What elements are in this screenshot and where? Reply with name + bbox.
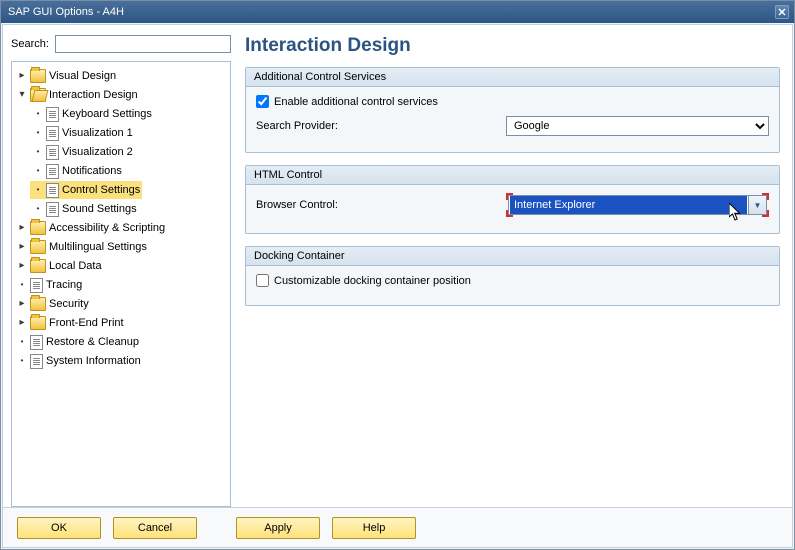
tree-item-label: Local Data (48, 257, 102, 275)
browser-control-value: Internet Explorer (510, 196, 747, 214)
bullet-icon: • (32, 143, 44, 161)
tree-item[interactable]: • Sound Settings (30, 200, 139, 218)
tree-item-label: Front-End Print (48, 314, 124, 332)
page-icon (46, 126, 59, 141)
tree-item-label: Visualization 2 (61, 143, 133, 161)
browser-control-select[interactable]: Internet Explorer ▼ (508, 195, 767, 215)
tree-item[interactable]: • Keyboard Settings (30, 105, 154, 123)
collapse-icon[interactable]: ▾ (16, 86, 28, 104)
page-icon (46, 107, 59, 122)
expand-icon[interactable]: ▸ (16, 219, 28, 237)
group-title-acs: Additional Control Services (246, 68, 779, 87)
left-column: Search: ▸ Visual Design ▾ Interaction Desig… (3, 25, 237, 507)
page-icon (46, 145, 59, 160)
enable-acs-label[interactable]: Enable additional control services (274, 96, 438, 108)
search-provider-label: Search Provider: (256, 120, 506, 132)
customizable-docking-checkbox[interactable] (256, 274, 269, 287)
expand-icon[interactable]: ▸ (16, 314, 28, 332)
search-label: Search: (11, 38, 49, 50)
tree-item-label: Security (48, 295, 89, 313)
search-input[interactable] (55, 35, 231, 53)
bullet-icon: • (16, 333, 28, 351)
help-button[interactable]: Help (332, 517, 416, 539)
nav-tree[interactable]: ▸Visual Design▾Interaction Design•Keyboa… (11, 61, 231, 507)
search-row: Search: (11, 35, 231, 53)
page-icon (30, 278, 43, 293)
bullet-icon: • (32, 200, 44, 218)
tree-item[interactable]: ▸ Security (14, 295, 91, 313)
window-title: SAP GUI Options - A4H (6, 6, 775, 18)
tree-item-label: Restore & Cleanup (45, 333, 139, 351)
titlebar: SAP GUI Options - A4H (1, 1, 794, 23)
tree-item-label: Interaction Design (48, 86, 138, 104)
page-title: Interaction Design (245, 35, 780, 57)
browser-control-label: Browser Control: (256, 199, 506, 211)
page-icon (46, 202, 59, 217)
page-icon (46, 183, 59, 198)
tree-item[interactable]: • Visualization 2 (30, 143, 135, 161)
button-bar: OK Cancel Apply Help (3, 507, 792, 547)
tree-item-label: Visualization 1 (61, 124, 133, 142)
expand-icon[interactable]: ▸ (16, 257, 28, 275)
expand-icon[interactable]: ▸ (16, 67, 28, 85)
page-icon (46, 164, 59, 179)
tree-item-label: Multilingual Settings (48, 238, 147, 256)
tree-item[interactable]: • Visualization 1 (30, 124, 135, 142)
browser-control-select-wrap: Internet Explorer ▼ (506, 193, 769, 217)
tree-item-label: Sound Settings (61, 200, 137, 218)
settings-panel: Interaction Design Additional Control Se… (237, 25, 792, 507)
search-provider-select[interactable]: Google (506, 116, 769, 136)
apply-button[interactable]: Apply (236, 517, 320, 539)
tree-item-label: Notifications (61, 162, 122, 180)
tree-item[interactable]: ▸ Front-End Print (14, 314, 126, 332)
group-additional-control-services: Additional Control Services Enable addit… (245, 67, 780, 153)
folder-closed-icon (30, 240, 46, 254)
tree-item-label: System Information (45, 352, 141, 370)
tree-item[interactable]: ▸ Local Data (14, 257, 104, 275)
enable-acs-checkbox[interactable] (256, 95, 269, 108)
folder-closed-icon (30, 316, 46, 330)
folder-open-icon (30, 88, 46, 102)
tree-item[interactable]: • Control Settings (30, 181, 142, 199)
expand-icon[interactable]: ▸ (16, 295, 28, 313)
group-html-control: HTML Control Browser Control: Internet E… (245, 165, 780, 234)
close-button[interactable] (775, 5, 789, 19)
tree-item[interactable]: • Notifications (30, 162, 124, 180)
ok-button[interactable]: OK (17, 517, 101, 539)
tree-item-label: Accessibility & Scripting (48, 219, 165, 237)
expand-icon[interactable]: ▸ (16, 238, 28, 256)
group-title-html: HTML Control (246, 166, 779, 185)
tree-item[interactable]: • System Information (14, 352, 143, 370)
tree-item[interactable]: ▸ Multilingual Settings (14, 238, 149, 256)
tree-item[interactable]: ▸ Visual Design (14, 67, 118, 85)
tree-item[interactable]: • Restore & Cleanup (14, 333, 141, 351)
bullet-icon: • (32, 162, 44, 180)
tree-item-label: Visual Design (48, 67, 116, 85)
folder-closed-icon (30, 259, 46, 273)
bullet-icon: • (32, 124, 44, 142)
tree-item[interactable]: ▾ Interaction Design (14, 86, 140, 104)
customizable-docking-label[interactable]: Customizable docking container position (274, 275, 471, 287)
group-title-dock: Docking Container (246, 247, 779, 266)
folder-closed-icon (30, 297, 46, 311)
page-icon (30, 354, 43, 369)
bullet-icon: • (32, 181, 44, 199)
page-icon (30, 335, 43, 350)
folder-closed-icon (30, 69, 46, 83)
bullet-icon: • (32, 105, 44, 123)
cancel-button[interactable]: Cancel (113, 517, 197, 539)
options-dialog: SAP GUI Options - A4H Search: ▸ Visual De… (0, 0, 795, 550)
bullet-icon: • (16, 276, 28, 294)
folder-closed-icon (30, 221, 46, 235)
tree-item-label: Tracing (45, 276, 82, 294)
tree-item-label: Keyboard Settings (61, 105, 152, 123)
tree-item-label: Control Settings (61, 181, 140, 199)
tree-item[interactable]: • Tracing (14, 276, 84, 294)
bullet-icon: • (16, 352, 28, 370)
group-docking-container: Docking Container Customizable docking c… (245, 246, 780, 306)
content-area: Search: ▸ Visual Design ▾ Interaction Desig… (2, 24, 793, 548)
tree-item[interactable]: ▸ Accessibility & Scripting (14, 219, 167, 237)
